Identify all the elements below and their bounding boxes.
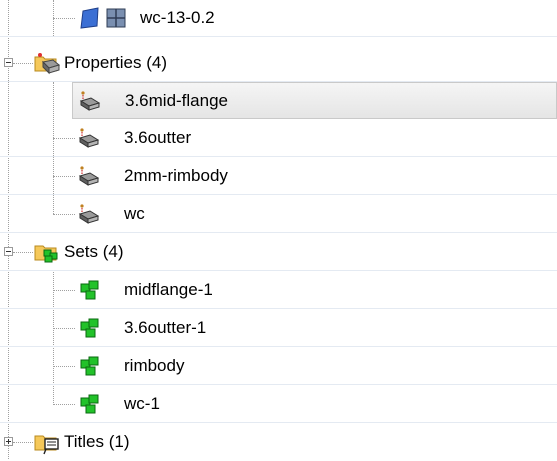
tree-row-set[interactable]: rimbody bbox=[0, 348, 557, 385]
tree-row-sets-folder[interactable]: Sets (4) bbox=[0, 234, 557, 271]
tree-guide-line bbox=[53, 404, 75, 405]
mesh-grid-icon bbox=[104, 6, 128, 30]
property-label: 3.6outter bbox=[124, 128, 192, 147]
property-label: wc bbox=[124, 204, 145, 223]
titles-folder-label: Titles (1) bbox=[64, 432, 130, 451]
tree-row-set[interactable]: 3.6outter-1 bbox=[0, 310, 557, 347]
set-label: rimbody bbox=[124, 356, 185, 375]
model-browser-tree: wc-13-0.2 Properties (4) 3.6mid-flange 3… bbox=[0, 0, 557, 459]
surface-icon bbox=[78, 6, 102, 30]
tree-guide-line bbox=[53, 176, 75, 177]
set-icon bbox=[78, 354, 102, 378]
set-icon bbox=[78, 316, 102, 340]
set-label: 3.6outter-1 bbox=[124, 318, 207, 337]
properties-folder-label: Properties (4) bbox=[64, 53, 167, 72]
tree-row-property[interactable]: 2mm-rimbody bbox=[0, 158, 557, 195]
set-label: wc-1 bbox=[124, 394, 160, 413]
tree-guide-line bbox=[53, 328, 75, 329]
property-label: 2mm-rimbody bbox=[124, 166, 228, 185]
tree-guide-line bbox=[13, 63, 33, 64]
set-label: midflange-1 bbox=[124, 280, 213, 299]
collapse-toggle-icon[interactable] bbox=[4, 247, 13, 256]
tree-row-set[interactable]: midflange-1 bbox=[0, 272, 557, 309]
tree-guide-line bbox=[53, 18, 75, 19]
sets-folder-label: Sets (4) bbox=[64, 242, 124, 261]
tree-row-component[interactable]: wc-13-0.2 bbox=[0, 0, 557, 37]
tree-row-property[interactable]: 3.6outter bbox=[0, 120, 557, 157]
tree-guide-line bbox=[53, 214, 75, 215]
property-label: 3.6mid-flange bbox=[125, 91, 229, 110]
tree-row-properties-folder[interactable]: Properties (4) bbox=[0, 45, 557, 82]
property-icon bbox=[77, 89, 101, 113]
properties-folder-icon bbox=[34, 51, 61, 75]
expand-toggle-icon[interactable] bbox=[4, 437, 13, 446]
tree-guide-line bbox=[13, 252, 33, 253]
set-icon bbox=[78, 392, 102, 416]
tree-row-property[interactable]: wc bbox=[0, 196, 557, 233]
component-label: wc-13-0.2 bbox=[140, 8, 215, 27]
set-icon bbox=[78, 278, 102, 302]
tree-row-property-selected[interactable]: 3.6mid-flange bbox=[72, 82, 557, 119]
tree-row-titles-folder[interactable]: Titles (1) bbox=[0, 424, 557, 461]
property-icon bbox=[76, 164, 100, 188]
tree-row-set[interactable]: wc-1 bbox=[0, 386, 557, 423]
tree-guide-line bbox=[53, 138, 75, 139]
property-icon bbox=[76, 202, 100, 226]
titles-folder-icon bbox=[34, 430, 59, 455]
tree-guide-line bbox=[13, 442, 33, 443]
tree-guide-line bbox=[53, 290, 75, 291]
sets-folder-icon bbox=[34, 240, 58, 264]
collapse-toggle-icon[interactable] bbox=[4, 58, 13, 67]
tree-guide-line bbox=[53, 366, 75, 367]
property-icon bbox=[76, 126, 100, 150]
